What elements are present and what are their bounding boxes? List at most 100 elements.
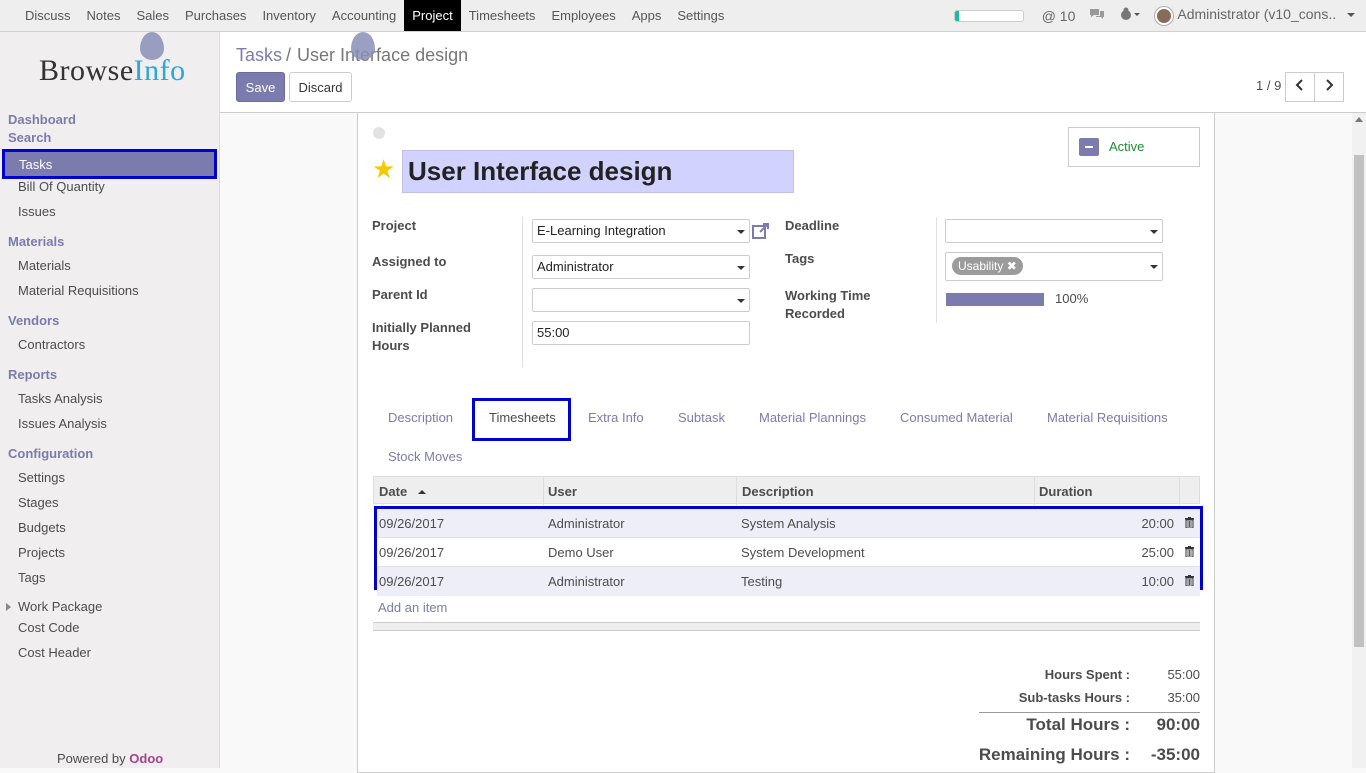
- sidebar-item-issues-analysis[interactable]: Issues Analysis: [18, 416, 107, 431]
- sidebar-item-settings[interactable]: Settings: [18, 470, 65, 485]
- menu-timesheets[interactable]: Timesheets: [461, 0, 544, 31]
- totals-divider: [979, 712, 1200, 713]
- remove-tag-icon[interactable]: ✖: [1007, 259, 1017, 273]
- deadline-input[interactable]: [945, 219, 1163, 243]
- menu-project[interactable]: Project: [404, 0, 461, 31]
- chevron-right-icon: [1326, 79, 1334, 91]
- caret-right-icon: [6, 603, 11, 611]
- sidebar-item-tasks[interactable]: Tasks: [2, 149, 217, 179]
- tab-extra-info[interactable]: Extra Info: [588, 410, 644, 425]
- scroll-up-icon[interactable]: [1355, 117, 1363, 122]
- table-row[interactable]: 09/26/2017 Demo User System Development …: [377, 538, 1200, 567]
- trash-icon[interactable]: [1185, 575, 1194, 586]
- tab-material-plannings[interactable]: Material Plannings: [759, 410, 866, 425]
- top-navbar: Discuss Notes Sales Purchases Inventory …: [0, 0, 1366, 32]
- cell-date: 09/26/2017: [379, 545, 445, 560]
- active-toggle-button[interactable]: Active: [1068, 127, 1200, 167]
- total-hours-value: 90:00: [1156, 715, 1200, 734]
- cell-user: Demo User: [548, 545, 614, 560]
- tab-stock-moves[interactable]: Stock Moves: [388, 449, 462, 464]
- sidebar-item-tags[interactable]: Tags: [18, 570, 45, 585]
- menu-sales[interactable]: Sales: [128, 0, 177, 31]
- archive-icon: [1079, 138, 1099, 156]
- cell-date: 09/26/2017: [379, 574, 445, 589]
- odoo-link[interactable]: Odoo: [129, 751, 163, 766]
- project-select[interactable]: E-Learning Integration: [532, 219, 750, 243]
- add-an-item-link[interactable]: Add an item: [378, 600, 447, 615]
- main-scrollbar[interactable]: [1352, 113, 1366, 768]
- hours-spent-label: Hours Spent :: [1044, 667, 1130, 682]
- menu-discuss[interactable]: Discuss: [17, 0, 79, 31]
- parent-id-select[interactable]: [532, 288, 750, 312]
- column-description[interactable]: Description: [742, 484, 814, 499]
- app-menu: Discuss Notes Sales Purchases Inventory …: [17, 0, 732, 31]
- discard-button[interactable]: Discard: [289, 72, 352, 102]
- sidebar-item-material-requisitions[interactable]: Material Requisitions: [18, 283, 139, 298]
- pager-value: 1 / 9: [1256, 78, 1282, 93]
- user-menu[interactable]: Administrator (v10_cons..: [1155, 6, 1356, 25]
- menu-notes[interactable]: Notes: [79, 0, 129, 31]
- debug-bug-icon[interactable]: [1119, 7, 1141, 24]
- tag-usability[interactable]: Usability ✖: [952, 257, 1023, 275]
- sidebar-item-cost-code[interactable]: Cost Code: [18, 620, 79, 635]
- sidebar-item-projects[interactable]: Projects: [18, 545, 65, 560]
- table-row[interactable]: 09/26/2017 Administrator System Analysis…: [377, 509, 1200, 538]
- sidebar-item-stages[interactable]: Stages: [18, 495, 58, 510]
- chat-icon[interactable]: [1089, 7, 1105, 24]
- menu-apps[interactable]: Apps: [624, 0, 670, 31]
- sidebar-section-reports: Reports: [8, 367, 58, 382]
- planned-hours-input[interactable]: 55:00: [532, 321, 750, 345]
- menu-purchases[interactable]: Purchases: [177, 0, 254, 31]
- avatar: [1155, 6, 1174, 25]
- tab-subtask[interactable]: Subtask: [678, 410, 725, 425]
- scrollbar-thumb[interactable]: [1354, 155, 1364, 647]
- sidebar-section-vendors: Vendors: [8, 313, 60, 328]
- sidebar: BrowseInfo Dashboard Search Tasks Bill O…: [0, 32, 220, 768]
- menu-accounting[interactable]: Accounting: [324, 0, 404, 31]
- sidebar-item-materials[interactable]: Materials: [18, 258, 71, 273]
- sidebar-item-budgets[interactable]: Budgets: [18, 520, 66, 535]
- working-time-progress-bar: [946, 293, 1044, 306]
- sidebar-item-work-package[interactable]: Work Package: [0, 599, 220, 615]
- table-row[interactable]: 09/26/2017 Administrator Testing 10:00: [377, 567, 1200, 596]
- timesheet-rows: 09/26/2017 Administrator System Analysis…: [374, 506, 1203, 596]
- menu-employees[interactable]: Employees: [543, 0, 623, 31]
- messages-counter[interactable]: @ 10: [1042, 8, 1076, 24]
- save-button[interactable]: Save: [236, 72, 285, 102]
- assigned-to-select[interactable]: Administrator: [532, 255, 750, 279]
- pager-next-button[interactable]: [1314, 72, 1344, 102]
- sidebar-item-dashboard[interactable]: Dashboard: [8, 112, 76, 127]
- kanban-state-dot[interactable]: [373, 127, 385, 139]
- form-view: Active ★ User Interface design Project E…: [220, 113, 1352, 773]
- sidebar-item-tasks-analysis[interactable]: Tasks Analysis: [18, 391, 103, 406]
- pager-previous-button[interactable]: [1285, 72, 1315, 102]
- sidebar-item-search[interactable]: Search: [8, 130, 51, 145]
- breadcrumb-tasks[interactable]: Tasks: [236, 45, 282, 65]
- tab-description[interactable]: Description: [388, 410, 453, 425]
- planner-progress[interactable]: [953, 9, 1024, 22]
- trash-icon[interactable]: [1185, 517, 1194, 528]
- tab-material-requisitions[interactable]: Material Requisitions: [1047, 410, 1168, 425]
- sidebar-item-cost-header[interactable]: Cost Header: [18, 645, 91, 660]
- trash-icon[interactable]: [1185, 546, 1194, 557]
- task-title-input[interactable]: User Interface design: [402, 150, 794, 193]
- form-sheet: Active ★ User Interface design Project E…: [357, 113, 1215, 773]
- column-duration[interactable]: Duration: [1039, 484, 1092, 499]
- sidebar-item-contractors[interactable]: Contractors: [18, 337, 85, 352]
- menu-settings[interactable]: Settings: [669, 0, 732, 31]
- working-time-label: Working Time Recorded: [785, 288, 871, 321]
- sidebar-item-bill-of-quantity[interactable]: Bill Of Quantity: [18, 179, 105, 194]
- column-date[interactable]: Date: [379, 484, 427, 499]
- active-label: Active: [1109, 139, 1145, 154]
- column-user[interactable]: User: [548, 484, 577, 499]
- external-link-icon[interactable]: [751, 221, 771, 241]
- tags-select[interactable]: Usability ✖: [945, 252, 1163, 281]
- tab-consumed-material[interactable]: Consumed Material: [900, 410, 1013, 425]
- sidebar-item-issues[interactable]: Issues: [18, 204, 56, 219]
- timesheet-table-header: Date User Description Duration: [373, 476, 1200, 505]
- tab-timesheets[interactable]: Timesheets: [472, 398, 571, 441]
- tags-label: Tags: [785, 251, 815, 266]
- sidebar-section-materials: Materials: [8, 234, 65, 249]
- priority-star-icon[interactable]: ★: [372, 156, 395, 182]
- menu-inventory[interactable]: Inventory: [254, 0, 323, 31]
